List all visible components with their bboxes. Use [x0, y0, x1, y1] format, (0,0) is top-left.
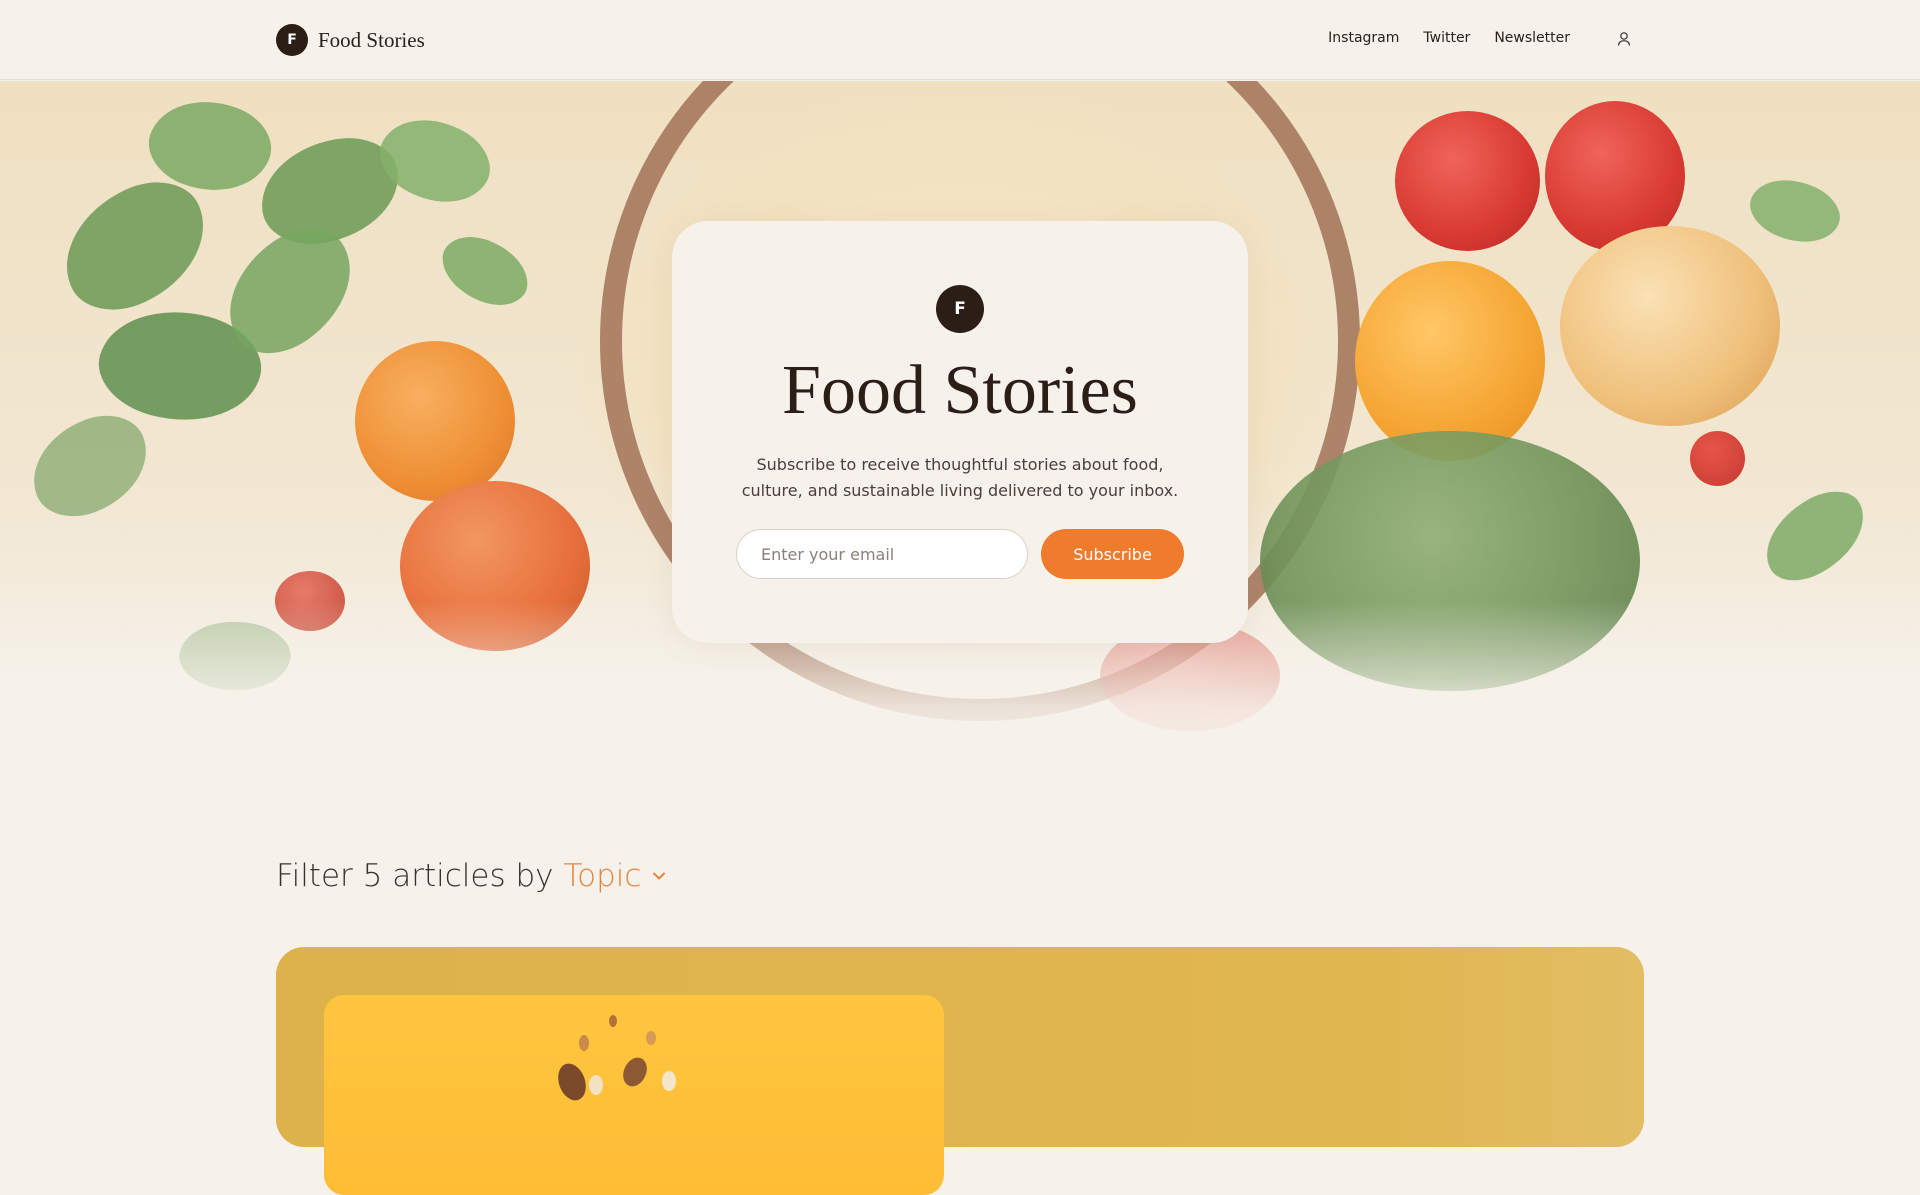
subscribe-button[interactable]: Subscribe: [1041, 529, 1184, 579]
featured-article-card[interactable]: [276, 947, 1644, 1195]
user-icon[interactable]: [1615, 30, 1633, 48]
email-input[interactable]: [736, 529, 1028, 579]
hero-title: Food Stories: [782, 352, 1138, 429]
chevron-down-icon: [653, 872, 666, 880]
brand-link[interactable]: F Food Stories: [276, 24, 425, 56]
nav-link-instagram[interactable]: Instagram: [1328, 30, 1399, 46]
article-image: [324, 995, 944, 1195]
nav-links: Instagram Twitter Newsletter: [1328, 30, 1570, 46]
filter-prefix: Filter 5 articles by: [276, 858, 554, 894]
hero-subtitle: Subscribe to receive thoughtful stories …: [741, 455, 1179, 500]
brand-logo: F: [276, 24, 308, 56]
article-filter: Filter 5 articles by Topic: [276, 858, 667, 894]
nav-link-newsletter[interactable]: Newsletter: [1494, 30, 1570, 46]
card-logo: F: [936, 285, 984, 333]
top-nav: F Food Stories Instagram Twitter Newslet…: [0, 0, 1920, 80]
brand-name: Food Stories: [318, 27, 425, 52]
topic-dropdown[interactable]: Topic: [563, 858, 667, 894]
subscribe-card: F Food Stories Subscribe to receive thou…: [672, 221, 1248, 643]
topic-label: Topic: [563, 858, 642, 894]
nav-link-twitter[interactable]: Twitter: [1423, 30, 1470, 46]
